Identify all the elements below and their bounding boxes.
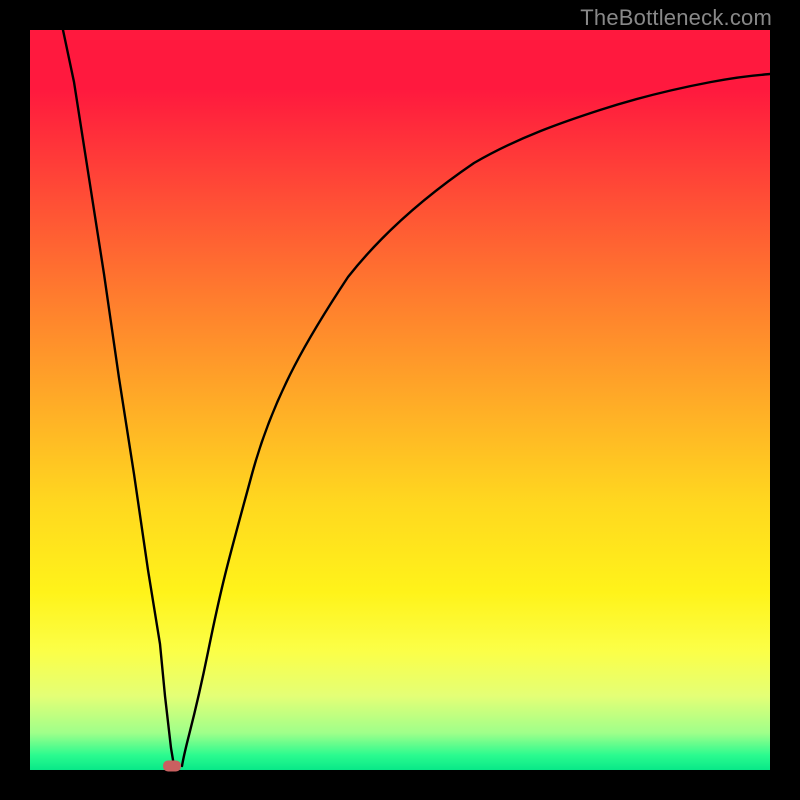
minimum-marker [163, 761, 181, 772]
watermark-text: TheBottleneck.com [580, 5, 772, 31]
plot-area [30, 30, 770, 770]
chart-frame: TheBottleneck.com [0, 0, 800, 800]
